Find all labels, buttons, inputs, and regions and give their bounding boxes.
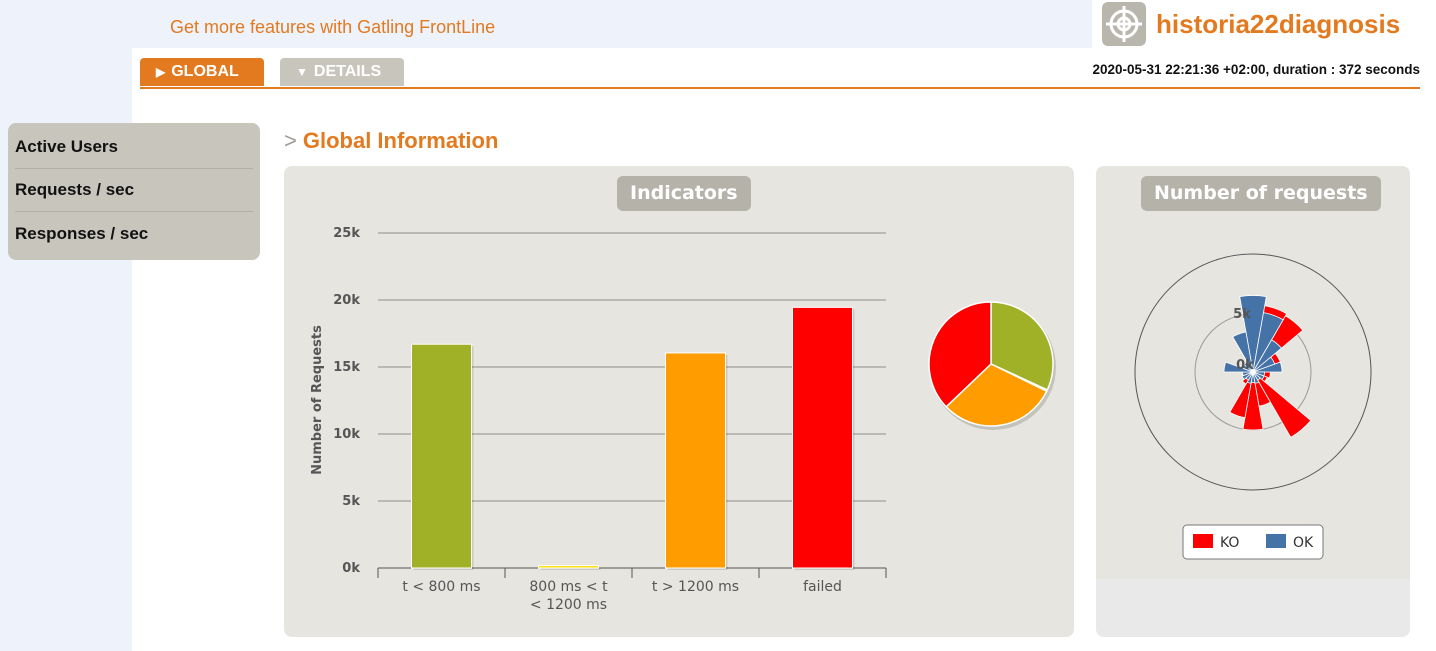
- y-tick-label: 25k: [333, 226, 360, 241]
- requests-polar-chart: 0k 5k KO OK: [1134, 253, 1372, 560]
- indicators-pie-chart: [928, 301, 1056, 430]
- x-tick-label: t < 800 ms: [402, 579, 480, 595]
- y-tick-label: 20k: [333, 293, 360, 308]
- x-tick-label: failed: [803, 579, 842, 595]
- y-tick-label: 0k: [342, 561, 360, 576]
- radial-tick-label: 0k: [1236, 358, 1254, 373]
- bar: [411, 343, 472, 569]
- bar: [665, 352, 726, 569]
- legend-swatch: [1266, 534, 1286, 548]
- legend-swatch: [1193, 534, 1213, 548]
- x-tick-label: t > 1200 ms: [652, 579, 739, 595]
- legend-label: OK: [1293, 535, 1314, 551]
- indicators-bar-chart: 0k 5k 10k 15k 20k 25k Number of Requests t < 80…: [310, 226, 887, 613]
- legend-label: KO: [1220, 535, 1239, 551]
- y-tick-label: 15k: [333, 360, 360, 375]
- bar: [792, 306, 853, 569]
- radial-tick-label: 5k: [1233, 307, 1251, 322]
- y-tick-label: 5k: [342, 494, 360, 509]
- x-tick-label: 800 ms < t < 1200 ms: [529, 579, 608, 613]
- charts-layer: 0k 5k 10k 15k 20k 25k Number of Requests t < 80…: [310, 226, 1372, 613]
- y-tick-label: 10k: [333, 427, 360, 442]
- y-axis-label: Number of Requests: [310, 325, 325, 475]
- bar: [538, 565, 599, 569]
